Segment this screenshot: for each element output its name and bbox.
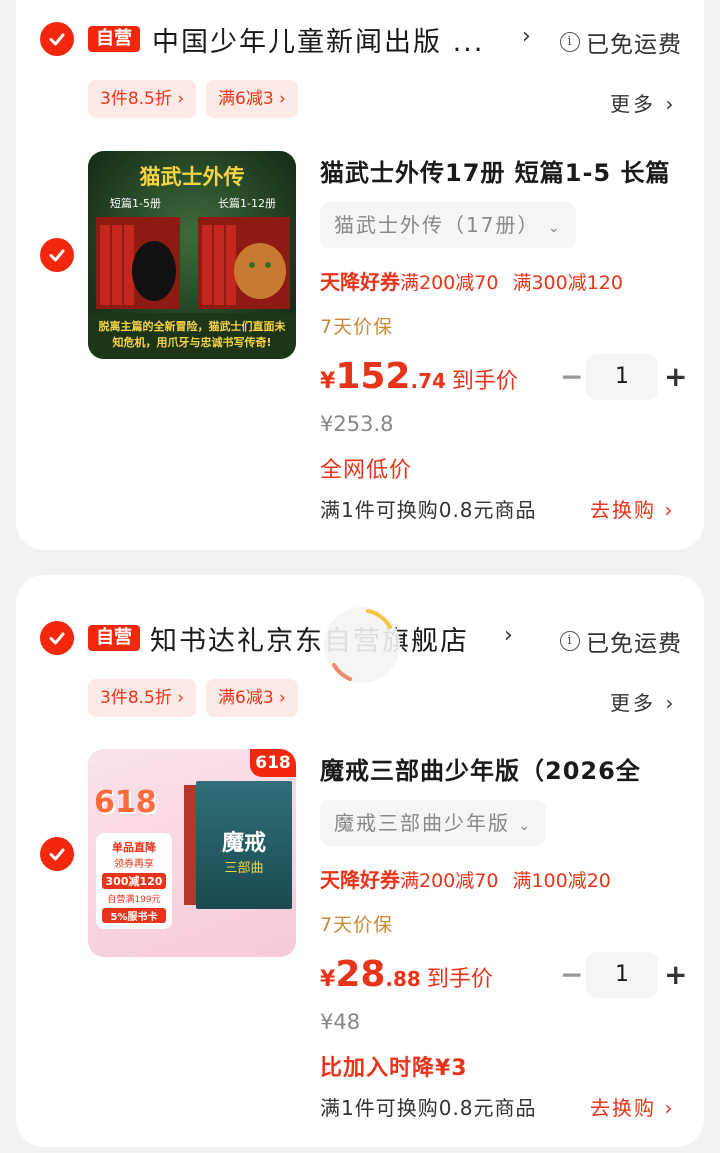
cover-left-label: 短篇1-5册: [110, 197, 161, 210]
price-tag: 比加入时降¥3: [320, 1056, 468, 1081]
exchange-text: 满1件可换购0.8元商品: [320, 498, 537, 522]
check-icon: [49, 848, 65, 861]
exchange-button-label: 去换购: [590, 1096, 656, 1120]
increase-button[interactable]: +: [664, 960, 687, 990]
coupon-label: 天降好券: [320, 868, 400, 892]
info-icon: i: [560, 32, 580, 52]
original-price: ¥253.8: [320, 412, 394, 436]
618-badge: 618: [250, 749, 296, 777]
cover-right-label: 长篇1-12册: [218, 197, 276, 210]
more-link[interactable]: 更多 ›: [610, 687, 676, 716]
price-guarantee: 7天价保: [320, 914, 394, 936]
chevron-down-icon: ⌄: [547, 220, 562, 236]
store-select-checkbox[interactable]: [40, 22, 74, 56]
product-title[interactable]: 魔戒三部曲少年版（2026全: [320, 751, 680, 786]
promo-line5: 5%服书卡: [102, 908, 166, 923]
price-guarantee: 7天价保: [320, 316, 394, 338]
promo-line3: 300减120: [102, 873, 166, 889]
coupon-line: 天降好券满200减70 满100减20: [320, 864, 611, 893]
check-icon: [49, 249, 65, 262]
decrease-button[interactable]: −: [560, 362, 583, 392]
ziying-badge: 自营: [88, 26, 140, 52]
promo-label: 3件8.5折: [100, 89, 172, 109]
coupon-2: 满300减120: [512, 272, 623, 294]
store-card-2: 自营 知书达礼京东自营旗舰店 › i 已免运费 3件8.5折 › 满6减3 › …: [16, 575, 704, 1147]
info-icon: i: [560, 631, 580, 651]
final-price: ¥28.88 到手价: [320, 954, 493, 995]
chevron-right-icon[interactable]: ›: [522, 24, 531, 49]
quantity-field[interactable]: 1: [586, 952, 658, 998]
price-tag: 全网低价: [320, 458, 413, 483]
promo-tag[interactable]: 满6减3 ›: [206, 679, 298, 717]
store-card-1: 自营 中国少年儿童新闻出版 ... › i 已免运费 3件8.5折 › 满6减3…: [16, 0, 704, 550]
promo-line2: 领券再享: [114, 859, 154, 870]
ziying-badge: 自营: [88, 625, 140, 651]
increase-button[interactable]: +: [664, 362, 687, 392]
book-subtitle: 三部曲: [224, 861, 264, 876]
promo-line1: 单品直降: [112, 841, 156, 854]
item-select-checkbox[interactable]: [40, 238, 74, 272]
coupon-1: 满200减70: [400, 870, 499, 892]
item-select-checkbox[interactable]: [40, 837, 74, 871]
promo-label: 满6减3: [218, 89, 274, 109]
promo-label: 3件8.5折: [100, 688, 172, 708]
spec-label: 魔戒三部曲少年版: [334, 811, 510, 835]
chevron-right-icon[interactable]: ›: [504, 623, 513, 648]
coupon-1: 满200减70: [400, 272, 499, 294]
free-shipping[interactable]: i 已免运费: [560, 25, 682, 59]
decrease-button[interactable]: −: [560, 960, 583, 990]
book-title: 魔戒: [221, 831, 266, 856]
book-spine: [184, 785, 196, 905]
product-image[interactable]: 猫武士外传 短篇1-5册 长篇1-12册 脱离主篇的全新冒险，猫武士们直面未知危…: [88, 151, 296, 359]
more-label: 更多: [610, 691, 656, 715]
product-image[interactable]: 618 618 单品直降 领券再享 300减120 自营满199元 5%服书卡 …: [88, 749, 296, 957]
exchange-text: 满1件可换购0.8元商品: [320, 1096, 537, 1120]
store-select-checkbox[interactable]: [40, 621, 74, 655]
quantity-field[interactable]: 1: [586, 354, 658, 400]
exchange-button[interactable]: 去换购 ›: [590, 1092, 674, 1121]
free-shipping-label: 已免运费: [586, 32, 682, 58]
promo-line4: 自营满199元: [107, 895, 161, 905]
more-link[interactable]: 更多 ›: [610, 88, 676, 117]
price-decimal: .88: [385, 967, 421, 991]
coupon-line: 天降好券满200减70 满300减120: [320, 266, 623, 295]
promo-tag[interactable]: 3件8.5折 ›: [88, 679, 197, 717]
shop-name[interactable]: 知书达礼京东自营旗舰店: [150, 619, 469, 658]
promo-box: 单品直降 领券再享 300减120 自营满199元 5%服书卡: [96, 833, 172, 929]
price-label: 到手价: [426, 967, 493, 992]
promo-tag[interactable]: 满6减3 ›: [206, 80, 298, 118]
cover-caption: 脱离主篇的全新冒险，猫武士们直面未知危机，用爪牙与忠诚书写传奇!: [98, 320, 286, 349]
free-shipping-label: 已免运费: [586, 631, 682, 657]
coupon-label: 天降好券: [320, 270, 400, 294]
price-integer: 152: [335, 356, 411, 397]
more-label: 更多: [610, 92, 656, 116]
original-price: ¥48: [320, 1010, 361, 1034]
exchange-button-label: 去换购: [590, 498, 656, 522]
product-title[interactable]: 猫武士外传17册 短篇1-5 长篇: [320, 153, 680, 188]
price-currency: ¥: [320, 967, 336, 992]
price-label: 到手价: [451, 369, 518, 394]
promo-tag[interactable]: 3件8.5折 ›: [88, 80, 197, 118]
shop-name[interactable]: 中国少年儿童新闻出版 ...: [152, 20, 484, 59]
promo-618: 618: [94, 785, 157, 820]
price-decimal: .74: [410, 369, 446, 393]
check-icon: [49, 632, 65, 645]
spec-selector[interactable]: 魔戒三部曲少年版 ⌄: [320, 800, 547, 846]
free-shipping[interactable]: i 已免运费: [560, 624, 682, 658]
check-icon: [49, 33, 65, 46]
cover-title: 猫武士外传: [139, 165, 245, 189]
promo-label: 满6减3: [218, 688, 274, 708]
price-integer: 28: [335, 954, 386, 995]
book-cover: 魔戒 三部曲: [196, 781, 292, 909]
final-price: ¥152.74 到手价: [320, 356, 518, 397]
spec-selector[interactable]: 猫武士外传（17册） ⌄: [320, 202, 576, 248]
chevron-down-icon: ⌄: [518, 818, 533, 834]
loading-spinner: [324, 607, 400, 683]
spec-label: 猫武士外传（17册）: [334, 213, 540, 237]
price-currency: ¥: [320, 369, 336, 394]
exchange-button[interactable]: 去换购 ›: [590, 494, 674, 523]
coupon-2: 满100减20: [512, 870, 611, 892]
